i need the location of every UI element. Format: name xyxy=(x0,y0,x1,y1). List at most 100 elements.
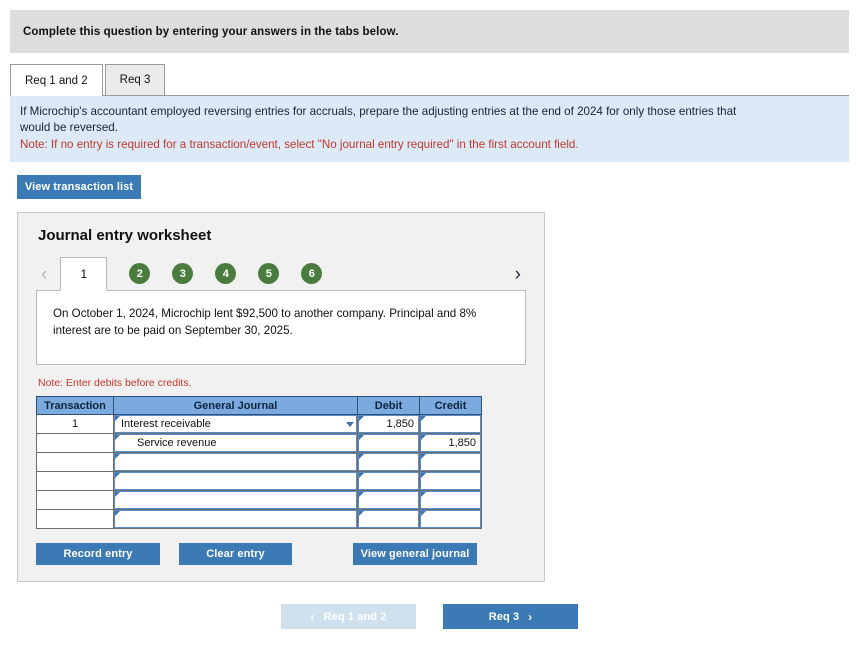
debit-input[interactable] xyxy=(358,434,419,452)
debit-input[interactable] xyxy=(358,453,419,471)
account-input[interactable] xyxy=(114,472,357,490)
worksheet-actions: Record entry Clear entry View general jo… xyxy=(36,543,477,565)
row-0-account-cell[interactable]: Interest receivable xyxy=(113,414,358,434)
pager-page-5-label: 5 xyxy=(265,267,272,280)
pager-page-2[interactable]: 2 xyxy=(129,263,151,284)
pager-page-3[interactable]: 3 xyxy=(172,263,194,284)
row-2-transaction xyxy=(36,452,114,472)
table-row xyxy=(36,490,482,510)
row-1-debit-cell[interactable] xyxy=(357,433,420,453)
tab-req-3-label: Req 3 xyxy=(119,74,151,86)
chevron-right-icon: › xyxy=(528,609,533,624)
pager-page-1[interactable]: 1 xyxy=(60,257,108,291)
chevron-left-icon: ‹ xyxy=(310,609,315,624)
journal-entry-worksheet-panel: Journal entry worksheet ‹ 1 2 3 4 5 6 › … xyxy=(17,212,545,582)
row-1-account-text: Service revenue xyxy=(137,437,217,449)
row-5-credit-cell[interactable] xyxy=(419,509,482,529)
pager-page-5[interactable]: 5 xyxy=(258,263,280,284)
row-0-account-text: Interest receivable xyxy=(121,418,211,430)
chevron-right-icon[interactable]: › xyxy=(510,265,526,290)
row-2-credit-cell[interactable] xyxy=(419,452,482,472)
instruction-panel: If Microchip's accountant employed rever… xyxy=(10,96,849,162)
account-input[interactable] xyxy=(114,510,357,528)
credit-input[interactable] xyxy=(420,472,481,490)
row-3-debit-cell[interactable] xyxy=(357,471,420,491)
table-row xyxy=(36,509,482,529)
credit-input[interactable] xyxy=(420,510,481,528)
row-1-credit-cell[interactable]: 1,850 xyxy=(419,433,482,453)
column-header-debit: Debit xyxy=(357,396,420,415)
account-input[interactable]: Service revenue xyxy=(114,434,357,452)
journal-entry-table: Transaction General Journal Debit Credit… xyxy=(36,396,482,529)
clear-entry-button[interactable]: Clear entry xyxy=(179,543,292,565)
debit-input[interactable]: 1,850 xyxy=(358,415,419,433)
pager-page-3-label: 3 xyxy=(179,267,186,280)
next-requirement-label: Req 3 xyxy=(488,610,520,623)
row-0-debit-text: 1,850 xyxy=(386,418,414,430)
row-3-credit-cell[interactable] xyxy=(419,471,482,491)
table-row: Service revenue 1,850 xyxy=(36,433,482,453)
row-0-transaction: 1 xyxy=(36,414,114,434)
credit-input[interactable] xyxy=(420,415,481,433)
journal-table-body: 1 Interest receivable 1,850 Service reve… xyxy=(36,414,482,529)
pager-page-6-label: 6 xyxy=(308,267,315,280)
account-input[interactable]: Interest receivable xyxy=(114,415,357,433)
tab-req-3[interactable]: Req 3 xyxy=(104,64,166,95)
table-row: 1 Interest receivable 1,850 xyxy=(36,414,482,434)
row-2-account-cell[interactable] xyxy=(113,452,358,472)
instruction-note-text: Note: If no entry is required for a tran… xyxy=(20,138,579,151)
table-row xyxy=(36,452,482,472)
worksheet-pager: ‹ 1 2 3 4 5 6 › xyxy=(36,256,526,291)
row-1-account-cell[interactable]: Service revenue xyxy=(113,433,358,453)
instruction-main-text: If Microchip's accountant employed rever… xyxy=(20,105,737,134)
bottom-navigation: ‹ Req 1 and 2 Req 3 › xyxy=(0,604,859,629)
row-1-transaction xyxy=(36,433,114,453)
column-header-general-journal: General Journal xyxy=(113,396,358,415)
row-2-debit-cell[interactable] xyxy=(357,452,420,472)
record-entry-button[interactable]: Record entry xyxy=(36,543,160,565)
table-header-row: Transaction General Journal Debit Credit xyxy=(36,396,482,415)
prev-requirement-button[interactable]: ‹ Req 1 and 2 xyxy=(281,604,416,629)
pager-page-4[interactable]: 4 xyxy=(215,263,237,284)
debits-before-credits-note: Note: Enter debits before credits. xyxy=(38,377,192,389)
view-transaction-list-row: View transaction list xyxy=(17,175,859,199)
row-3-transaction xyxy=(36,471,114,491)
credit-input[interactable]: 1,850 xyxy=(420,434,481,452)
row-4-debit-cell[interactable] xyxy=(357,490,420,510)
pager-page-2-label: 2 xyxy=(136,267,143,280)
debit-input[interactable] xyxy=(358,472,419,490)
view-general-journal-button[interactable]: View general journal xyxy=(353,543,477,565)
row-4-transaction xyxy=(36,490,114,510)
credit-input[interactable] xyxy=(420,491,481,509)
tab-req-1-and-2[interactable]: Req 1 and 2 xyxy=(10,64,103,96)
column-header-credit: Credit xyxy=(419,396,482,415)
row-4-credit-cell[interactable] xyxy=(419,490,482,510)
row-3-account-cell[interactable] xyxy=(113,471,358,491)
question-banner: Complete this question by entering your … xyxy=(10,10,849,53)
pager-page-6[interactable]: 6 xyxy=(301,263,323,284)
banner-text: Complete this question by entering your … xyxy=(23,25,399,38)
next-requirement-button[interactable]: Req 3 › xyxy=(443,604,578,629)
row-1-credit-text: 1,850 xyxy=(448,437,476,449)
debit-input[interactable] xyxy=(358,510,419,528)
row-5-transaction xyxy=(36,509,114,529)
pager-page-1-label: 1 xyxy=(80,267,88,281)
debit-input[interactable] xyxy=(358,491,419,509)
pager-page-4-label: 4 xyxy=(222,267,229,280)
prev-requirement-label: Req 1 and 2 xyxy=(323,610,387,623)
row-5-account-cell[interactable] xyxy=(113,509,358,529)
row-4-account-cell[interactable] xyxy=(113,490,358,510)
transaction-description: On October 1, 2024, Microchip lent $92,5… xyxy=(36,291,526,365)
view-transaction-list-button[interactable]: View transaction list xyxy=(17,175,141,199)
table-row xyxy=(36,471,482,491)
row-5-debit-cell[interactable] xyxy=(357,509,420,529)
worksheet-title: Journal entry worksheet xyxy=(38,227,212,244)
account-input[interactable] xyxy=(114,453,357,471)
row-0-debit-cell[interactable]: 1,850 xyxy=(357,414,420,434)
chevron-down-icon[interactable] xyxy=(343,421,356,427)
chevron-left-icon[interactable]: ‹ xyxy=(36,265,52,290)
credit-input[interactable] xyxy=(420,453,481,471)
row-0-credit-cell[interactable] xyxy=(419,414,482,434)
account-input[interactable] xyxy=(114,491,357,509)
tab-req-1-and-2-label: Req 1 and 2 xyxy=(25,74,88,87)
